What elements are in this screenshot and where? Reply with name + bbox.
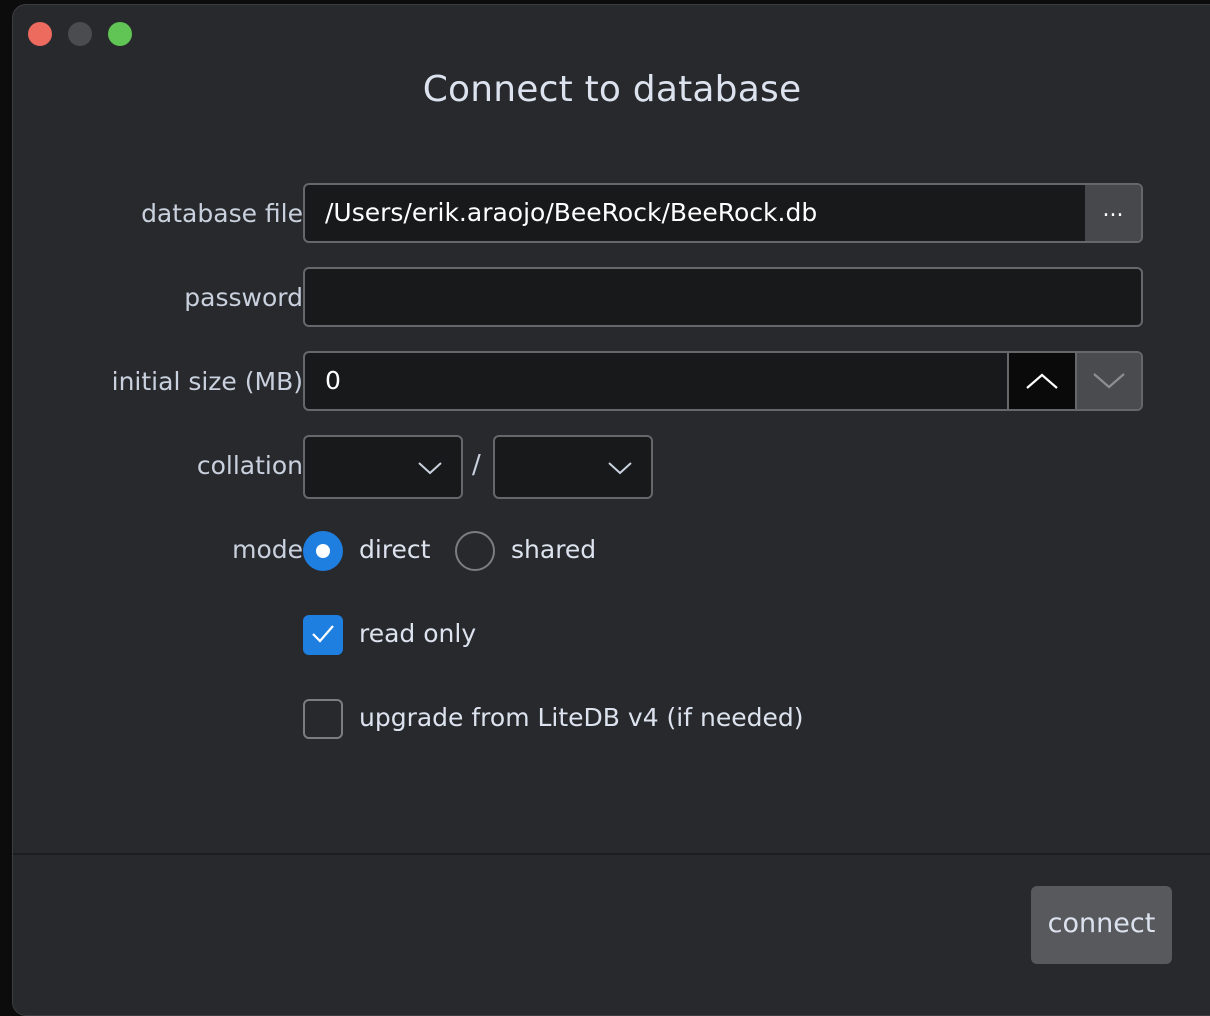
initial-size-label: initial size (MB) — [111, 367, 303, 396]
minimize-window-button[interactable] — [68, 22, 92, 46]
chevron-up-icon — [1026, 373, 1058, 389]
connect-button[interactable]: connect — [1031, 886, 1172, 964]
mode-label: mode — [232, 535, 303, 564]
collation-label: collation — [196, 451, 303, 480]
mode-shared-radio[interactable] — [455, 531, 495, 571]
dialog-title: Connect to database — [422, 69, 802, 110]
maximize-window-button[interactable] — [108, 22, 132, 46]
upgrade-label[interactable]: upgrade from LiteDB v4 (if needed) — [359, 703, 803, 732]
connect-dialog: Connect to database database file /Users… — [12, 4, 1210, 1016]
chevron-down-icon — [418, 462, 442, 475]
read-only-checkbox[interactable] — [303, 615, 343, 655]
mode-shared-label[interactable]: shared — [511, 535, 596, 564]
browse-file-button[interactable]: ... — [1085, 185, 1141, 241]
footer-divider — [13, 853, 1210, 855]
mode-direct-label[interactable]: direct — [359, 535, 430, 564]
checkmark-icon — [312, 625, 334, 643]
database-file-input[interactable]: /Users/erik.araojo/BeeRock/BeeRock.db ..… — [303, 183, 1143, 243]
initial-size-value: 0 — [325, 366, 341, 395]
database-file-value: /Users/erik.araojo/BeeRock/BeeRock.db — [325, 198, 818, 227]
increment-button[interactable] — [1007, 353, 1075, 409]
password-label: password — [184, 283, 303, 312]
read-only-label[interactable]: read only — [359, 619, 476, 648]
initial-size-stepper[interactable]: 0 — [303, 351, 1143, 411]
password-input[interactable] — [303, 267, 1143, 327]
decrement-button[interactable] — [1075, 353, 1141, 409]
collation-compare-select[interactable] — [493, 435, 653, 499]
chevron-down-icon — [608, 462, 632, 475]
chevron-down-icon — [1093, 373, 1125, 389]
upgrade-checkbox[interactable] — [303, 699, 343, 739]
collation-culture-select[interactable] — [303, 435, 463, 499]
close-window-button[interactable] — [28, 22, 52, 46]
mode-direct-radio[interactable] — [303, 531, 343, 571]
database-file-label: database file — [141, 199, 303, 228]
collation-separator: / — [472, 450, 481, 480]
